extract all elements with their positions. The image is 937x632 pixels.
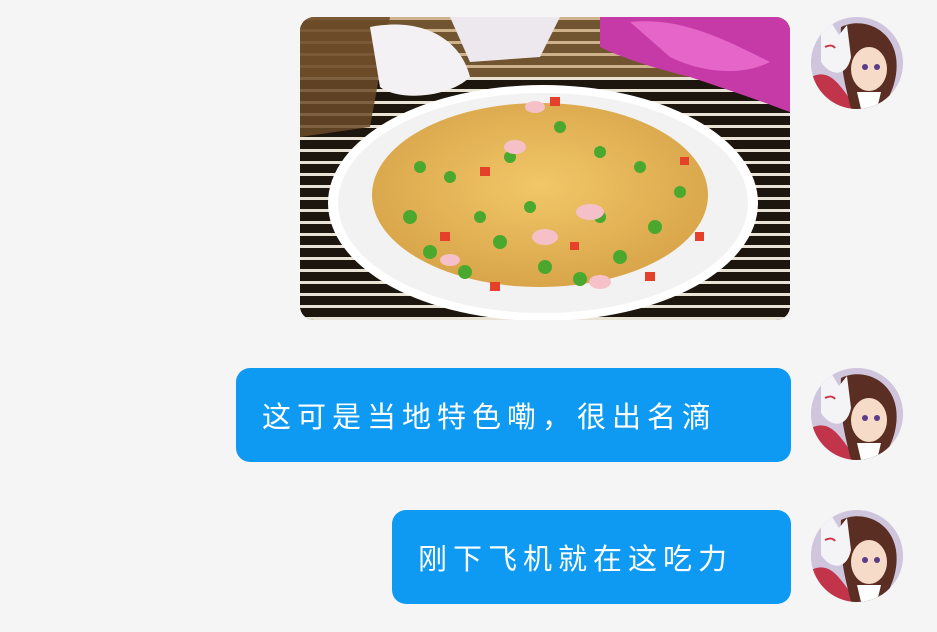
fried-rice-photo[interactable] <box>300 17 790 320</box>
message-bubble[interactable]: 刚下飞机就在这吃力 <box>392 510 791 604</box>
avatar[interactable] <box>811 510 903 602</box>
chat-thread: 这可是当地特色嘞，很出名滴 刚下飞机就在这吃力 <box>0 0 937 632</box>
anime-girl-avatar-icon <box>811 510 903 602</box>
avatar[interactable] <box>811 368 903 460</box>
message-bubble[interactable]: 这可是当地特色嘞，很出名滴 <box>236 368 791 462</box>
message-text: 刚下飞机就在这吃力 <box>418 542 734 576</box>
anime-girl-avatar-icon <box>811 17 903 109</box>
anime-girl-avatar-icon <box>811 368 903 460</box>
avatar[interactable] <box>811 17 903 109</box>
message-text: 这可是当地特色嘞，很出名滴 <box>262 400 718 434</box>
